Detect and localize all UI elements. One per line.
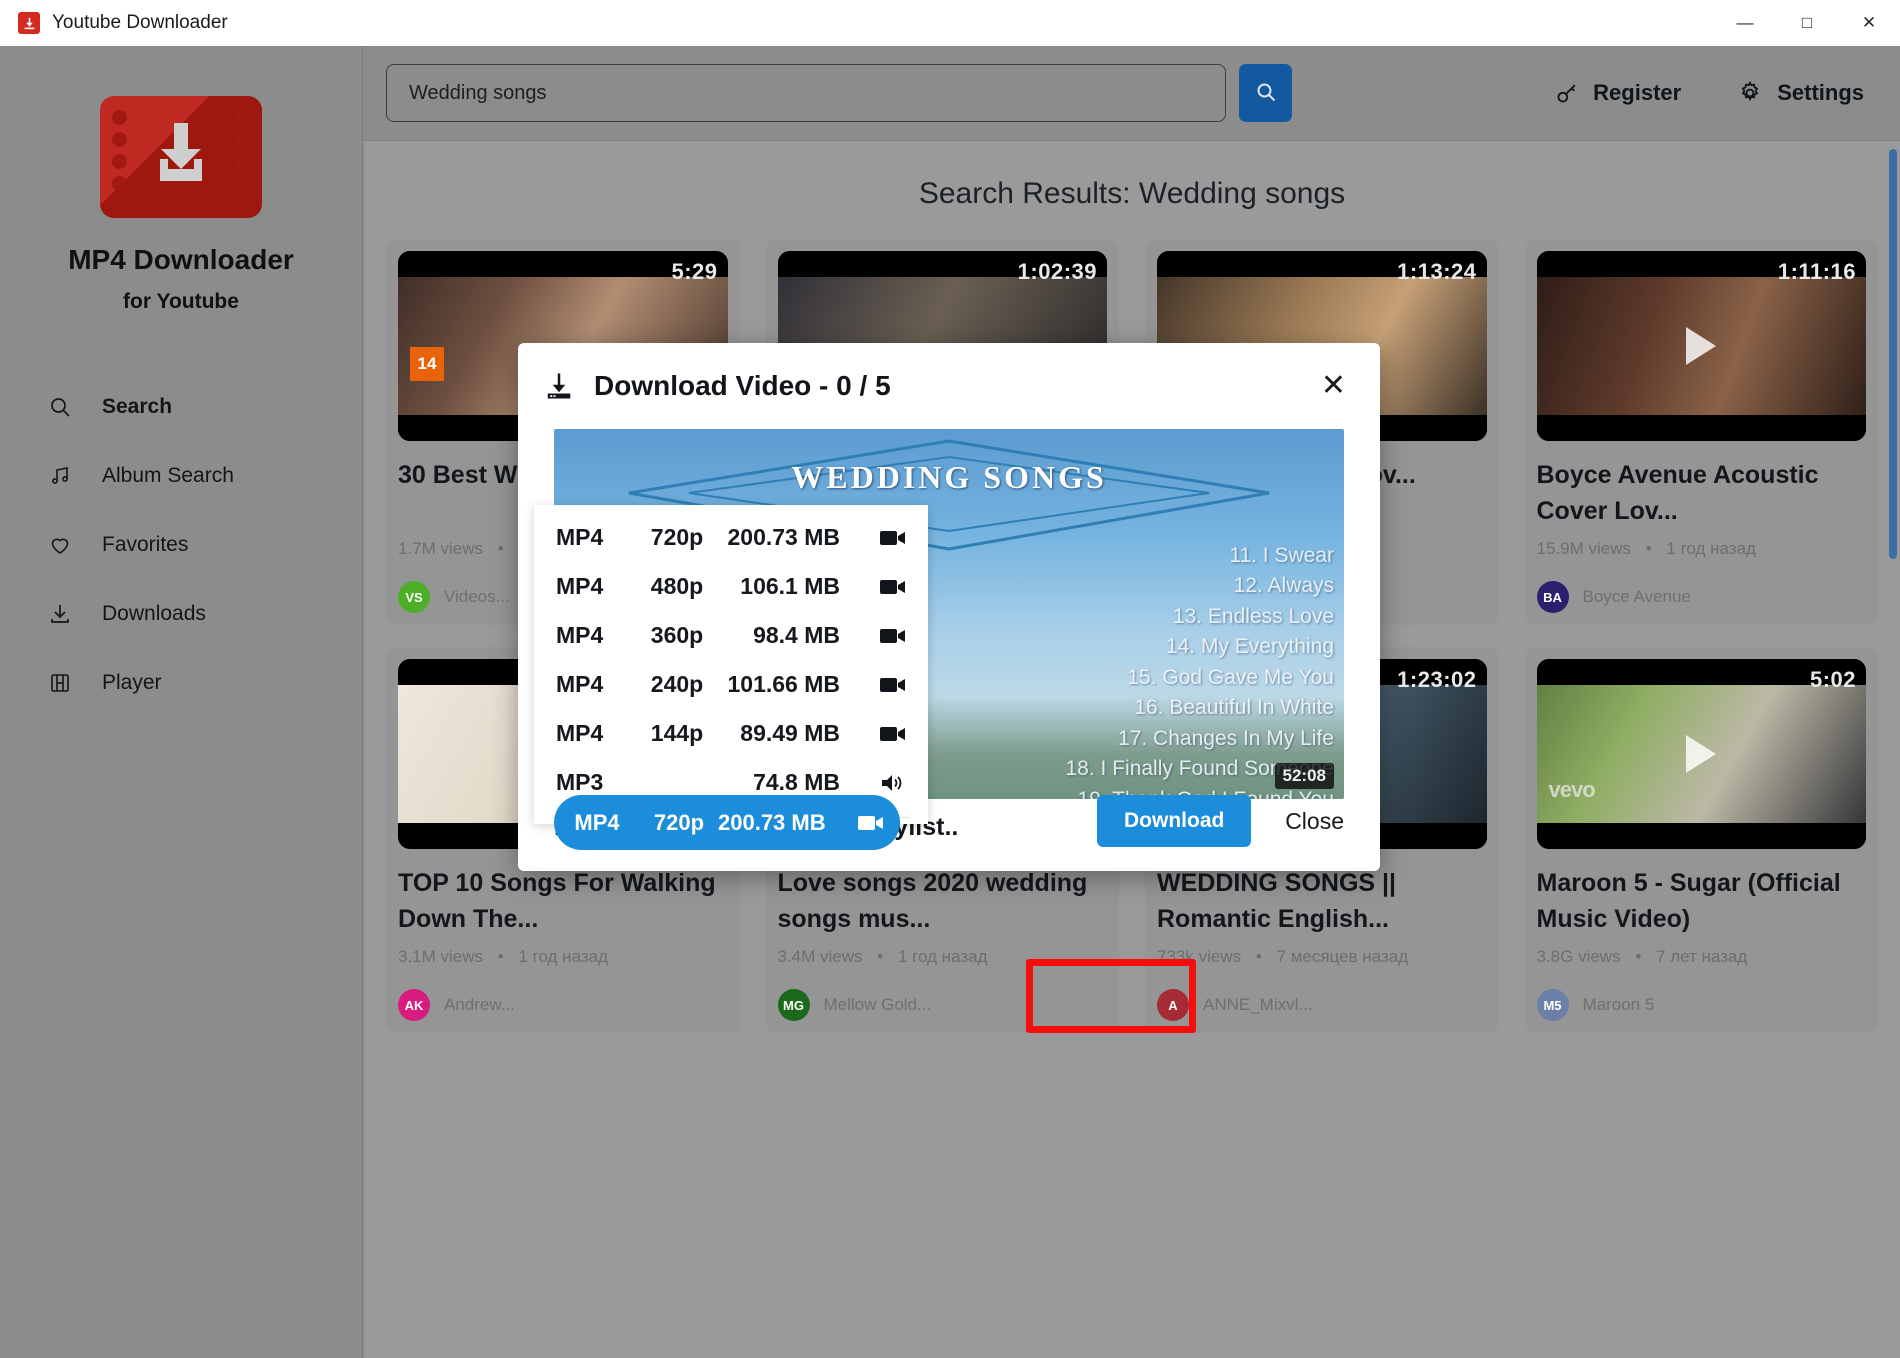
track-line: 12. Always — [1233, 574, 1334, 598]
selected-quality: 720p — [653, 809, 705, 835]
quality-option[interactable]: MP4 240p 101.66 MB — [534, 660, 928, 709]
video-camera-icon — [842, 814, 900, 832]
track-line: 14. My Everything — [1165, 635, 1334, 659]
thumbnail-wordmark: WEDDING SONGS — [791, 459, 1107, 495]
dialog-actions: Download Close — [1097, 795, 1344, 847]
selected-size: 200.73 MB — [718, 809, 826, 835]
track-line: 16. Beautiful In White — [1134, 696, 1334, 720]
option-format: MP4 — [556, 671, 604, 697]
window-title: Youtube Downloader — [52, 12, 228, 33]
option-quality: 240p — [650, 671, 704, 697]
option-size: 74.8 MB — [753, 769, 840, 795]
minimize-button[interactable]: — — [1714, 0, 1776, 46]
option-format: MP3 — [556, 769, 604, 795]
quality-option[interactable]: MP4 360p 98.4 MB — [534, 611, 928, 660]
track-line: 13. Endless Love — [1172, 604, 1334, 628]
option-size: 200.73 MB — [727, 524, 840, 550]
download-button[interactable]: Download — [1097, 795, 1252, 847]
speaker-icon — [848, 773, 906, 793]
cancel-button[interactable]: Close — [1285, 808, 1344, 835]
video-camera-icon — [848, 725, 906, 743]
option-quality: 144p — [650, 720, 704, 746]
selected-quality-pill[interactable]: MP4 720p 200.73 MB — [554, 795, 900, 850]
download-video-dialog: Download Video - 0 / 5 ✕ WEDDING SONGS 0… — [518, 343, 1380, 871]
window-controls: — □ ✕ — [1714, 0, 1900, 46]
download-icon — [544, 371, 574, 401]
dialog-header: Download Video - 0 / 5 ✕ — [518, 343, 1380, 429]
option-size: 101.66 MB — [727, 671, 840, 697]
option-format: MP4 — [556, 720, 604, 746]
option-quality: 360p — [650, 622, 704, 648]
close-button[interactable]: ✕ — [1838, 0, 1900, 46]
video-camera-icon — [848, 676, 906, 694]
selected-format: MP4 — [574, 809, 620, 835]
close-icon[interactable]: ✕ — [1313, 365, 1354, 407]
thumbnail-duration: 52:08 — [1274, 763, 1334, 789]
track-line: 15. God Gave Me You — [1127, 665, 1334, 689]
maximize-button[interactable]: □ — [1776, 0, 1838, 46]
thumbnail-tracklist-right: 11. I Swear 12. Always 13. Endless Love … — [1066, 541, 1335, 799]
app-download-icon — [18, 12, 40, 34]
quality-option[interactable]: MP4 480p 106.1 MB — [534, 562, 928, 611]
video-camera-icon — [848, 578, 906, 596]
track-line: 11. I Swear — [1229, 544, 1334, 567]
dialog-title: Download Video - 0 / 5 — [594, 370, 891, 401]
video-camera-icon — [848, 529, 906, 547]
option-format: MP4 — [556, 524, 604, 550]
quality-dropdown[interactable]: MP4 720p 200.73 MB MP4 480p 106.1 MB MP4… — [534, 505, 928, 824]
track-line: 17. Changes In My Life — [1118, 726, 1334, 750]
title-bar: Youtube Downloader — □ ✕ — [0, 0, 1900, 46]
option-size: 106.1 MB — [740, 573, 840, 599]
option-format: MP4 — [556, 573, 604, 599]
quality-option[interactable]: MP4 144p 89.49 MB — [534, 709, 928, 758]
quality-option[interactable]: MP4 720p 200.73 MB — [534, 513, 928, 562]
application-window: Youtube Downloader — □ ✕ MP4 Downloader … — [0, 0, 1900, 1358]
video-camera-icon — [848, 627, 906, 645]
option-quality: 720p — [650, 524, 704, 550]
option-quality: 480p — [650, 573, 704, 599]
option-format: MP4 — [556, 622, 604, 648]
option-size: 89.49 MB — [740, 720, 840, 746]
option-size: 98.4 MB — [753, 622, 840, 648]
